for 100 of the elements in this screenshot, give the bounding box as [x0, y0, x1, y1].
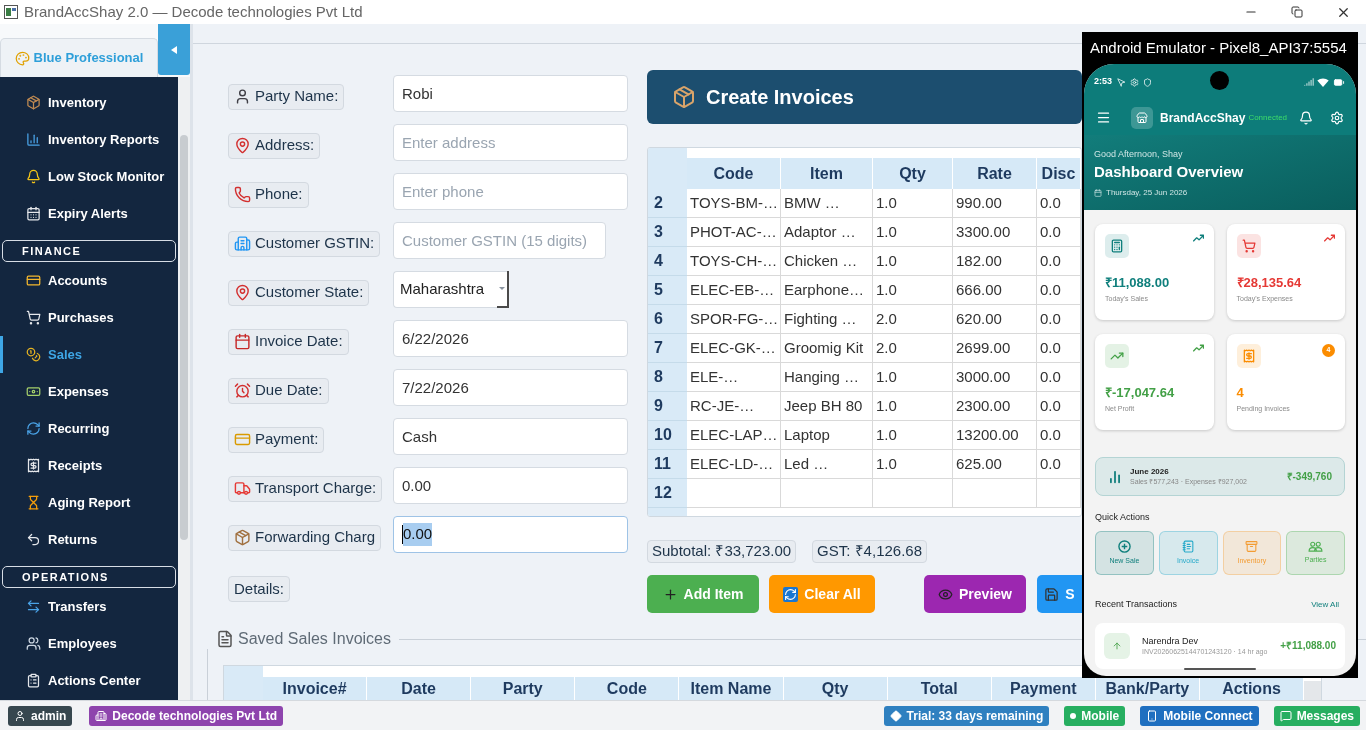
sidebar-item[interactable]: Inventory Reports — [0, 121, 178, 158]
section-header: OPERATIONS — [2, 566, 176, 588]
table-cell: SPOR-FG-… — [687, 305, 781, 334]
message-icon — [1279, 709, 1292, 722]
table-cell: 1.0 — [873, 189, 953, 218]
user-button[interactable]: admin — [8, 705, 73, 726]
receipt-icon — [1236, 344, 1261, 368]
sidebar-item[interactable]: Transfers — [0, 588, 178, 625]
sidebar-item[interactable]: Actions Center — [0, 662, 178, 699]
scrollbar-thumb[interactable] — [180, 135, 188, 540]
sidebar-item[interactable]: Receipts — [0, 447, 178, 484]
trend-up-icon — [1105, 344, 1129, 368]
transaction-amount: +₹11,088.00 — [1280, 639, 1336, 653]
shield-icon — [1143, 77, 1152, 87]
stat-value: 4 — [1236, 385, 1245, 401]
table-cell: Led … — [781, 450, 873, 479]
mobile-connect-button[interactable]: Mobile Connect — [1140, 705, 1259, 726]
bell-icon — [26, 169, 41, 184]
app-icon — [4, 5, 18, 19]
credit-card-icon — [26, 273, 41, 288]
label-text: Phone: — [255, 184, 303, 205]
text-field[interactable]: 7/22/2026 — [393, 369, 628, 406]
table-cell: 0.0 — [1037, 247, 1081, 276]
text-field[interactable]: Cash — [393, 418, 628, 455]
home-indicator[interactable] — [1184, 668, 1256, 670]
sidebar-item[interactable]: Returns — [0, 521, 178, 558]
calculator-icon — [1105, 234, 1129, 258]
bar-chart-icon — [26, 132, 41, 147]
table-cell: 2300.00 — [953, 392, 1037, 421]
trend-up-icon — [1192, 234, 1204, 242]
row-number: 2 — [648, 189, 687, 218]
settings-icon[interactable] — [1330, 110, 1344, 125]
menu-icon[interactable] — [1096, 110, 1111, 125]
table-cell: 0.0 — [1037, 189, 1081, 218]
label-text: Payment: — [255, 429, 319, 450]
table-cell: 666.00 — [953, 276, 1037, 305]
bell-icon[interactable] — [1299, 110, 1313, 125]
row-number: 4 — [648, 247, 687, 276]
column-header: Code — [687, 158, 781, 189]
table-cell: Fighting … — [781, 305, 873, 334]
text-field[interactable]: 0.00 — [393, 516, 628, 553]
text-field[interactable]: Customer GSTIN (15 digits) — [393, 222, 606, 259]
table-cell: Groomig Kit — [781, 334, 873, 363]
table-cell: 2.0 — [873, 334, 953, 363]
preview-button[interactable]: Preview — [924, 575, 1026, 613]
table-cell: 0.0 — [1037, 276, 1081, 305]
cart-icon — [1236, 234, 1261, 258]
view-all-link[interactable]: View All — [1311, 598, 1345, 611]
dropdown[interactable]: Maharashtra — [393, 271, 509, 308]
phone-icon — [234, 186, 251, 203]
table-cell: 1.0 — [873, 450, 953, 479]
sidebar-item[interactable]: Recurring — [0, 410, 178, 447]
column-header: Item — [781, 158, 873, 189]
table-cell: 0.0 — [1037, 363, 1081, 392]
gear-icon — [1130, 77, 1139, 87]
collapse-button[interactable] — [158, 24, 190, 75]
package-icon — [672, 85, 696, 109]
row-number: 9 — [648, 392, 687, 421]
package-icon — [234, 529, 251, 546]
table-cell: RC-JE-… — [687, 392, 781, 421]
section-header: FINANCE — [2, 240, 176, 262]
text-field[interactable]: Enter phone — [393, 173, 628, 210]
text-field[interactable]: Robi — [393, 75, 628, 112]
table-cell: 1.0 — [873, 218, 953, 247]
dropdown-arrow-icon — [495, 271, 509, 308]
sidebar-item[interactable]: Low Stock Monitor — [0, 158, 178, 195]
table-cell: ELEC-GK-… — [687, 334, 781, 363]
row-number: 5 — [648, 276, 687, 305]
total-amount: Subtotal: ₹33,723.00 — [647, 540, 797, 563]
column-header: Disc — [1037, 158, 1081, 189]
text-field[interactable]: 0.00 — [393, 467, 628, 504]
hourglass-icon — [26, 495, 41, 510]
table-cell: Chicken … — [781, 247, 873, 276]
bar-chart-icon — [1108, 469, 1122, 484]
sidebar-item[interactable]: Employees — [0, 625, 178, 662]
sidebar-item[interactable]: Aging Report — [0, 484, 178, 521]
stat-value: ₹11,088.00 — [1105, 275, 1171, 291]
table-cell: 2699.00 — [953, 334, 1037, 363]
text-field[interactable]: Enter address — [393, 124, 628, 161]
sidebar-item[interactable]: Expenses — [0, 373, 178, 410]
sidebar-item[interactable]: Accounts — [0, 262, 178, 299]
row-number: 3 — [648, 218, 687, 247]
app-name: BrandAccShay — [1160, 109, 1246, 127]
stat-value: ₹-17,047.64 — [1105, 385, 1176, 401]
sidebar-item[interactable]: Purchases — [0, 299, 178, 336]
row-number: 6 — [648, 305, 687, 334]
status-time: 2:53 — [1094, 75, 1112, 89]
sidebar-item[interactable]: Expiry Alerts — [0, 195, 178, 232]
section-title: Saved Sales Invoices — [238, 629, 391, 649]
label-text: Due Date: — [255, 380, 323, 401]
text-cursor — [402, 525, 403, 544]
text-field[interactable]: 6/22/2026 — [393, 320, 628, 357]
row-number: 11 — [648, 450, 687, 479]
person-icon — [234, 88, 251, 105]
company-button[interactable]: Decode technologies Pvt Ltd — [89, 705, 284, 726]
month-title: June 2026 — [1130, 466, 1170, 477]
table-cell: PHOT-AC-… — [687, 218, 781, 247]
panel-title: Create Invoices — [706, 85, 854, 110]
sidebar-item[interactable]: Inventory — [0, 84, 178, 121]
trial-button[interactable]: Trial: 33 days remaining — [883, 705, 1050, 726]
